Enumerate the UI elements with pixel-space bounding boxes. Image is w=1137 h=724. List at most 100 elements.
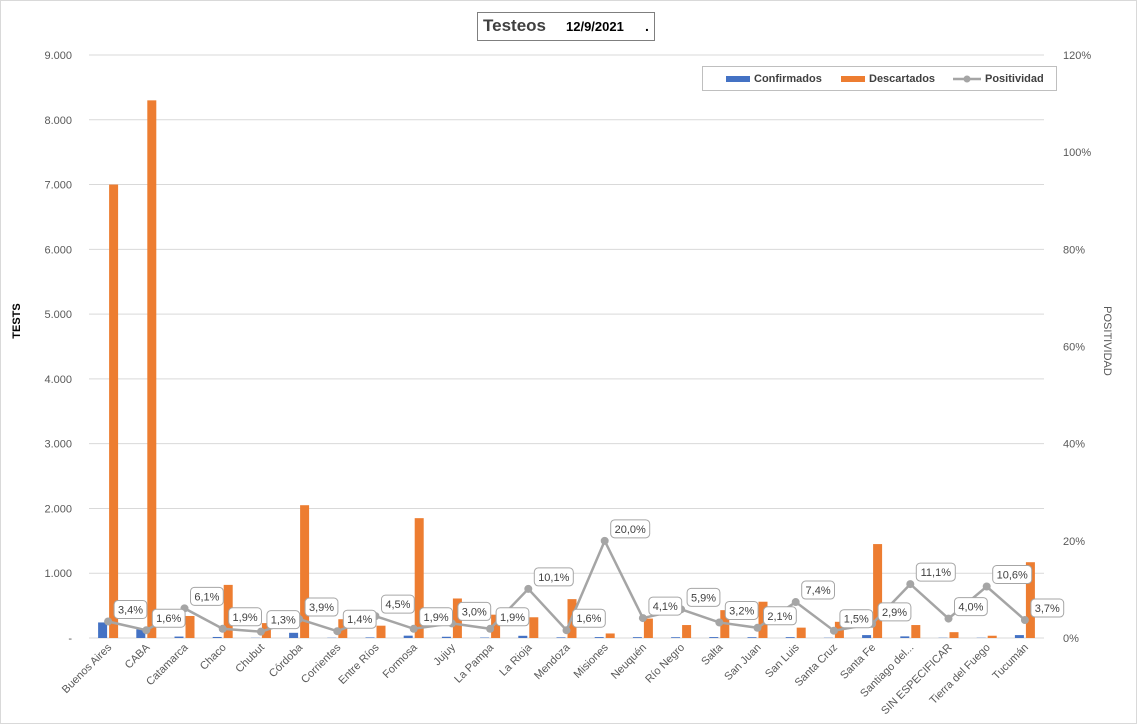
bar-confirmados bbox=[556, 637, 566, 638]
y2-axis-title: POSITIVIDAD bbox=[1101, 306, 1113, 376]
bar-confirmados bbox=[289, 632, 299, 638]
data-label: 11,1% bbox=[921, 567, 952, 579]
y2-tick-label: 60% bbox=[1063, 342, 1085, 354]
bar-confirmados bbox=[403, 635, 413, 638]
x-tick-label: Mendoza bbox=[532, 641, 573, 682]
x-tick-label: La Pampa bbox=[452, 641, 497, 686]
y-tick-label: - bbox=[68, 633, 72, 645]
positividad-point bbox=[753, 623, 762, 632]
data-label: 4,1% bbox=[653, 601, 678, 613]
positividad-point bbox=[638, 614, 647, 623]
bar-confirmados bbox=[862, 635, 872, 638]
x-tick-label: Santa Fe bbox=[838, 642, 878, 682]
data-label: 2,1% bbox=[767, 611, 792, 623]
bar-descartados bbox=[796, 627, 806, 638]
x-tick-label: Chaco bbox=[198, 642, 229, 673]
bar-confirmados bbox=[747, 637, 757, 638]
x-tick-label: Córdoba bbox=[267, 641, 306, 680]
x-tick-label: Neuquén bbox=[609, 642, 649, 682]
y-tick-label: 6.000 bbox=[44, 244, 72, 256]
bar-confirmados bbox=[365, 637, 375, 638]
y2-tick-label: 100% bbox=[1063, 147, 1091, 159]
bar-descartados bbox=[987, 635, 997, 638]
positividad-point bbox=[944, 614, 953, 623]
y-tick-label: 4.000 bbox=[44, 374, 72, 386]
data-label: 3,9% bbox=[309, 602, 334, 614]
positividad-point bbox=[409, 624, 418, 633]
positividad-point bbox=[104, 617, 113, 626]
x-tick-label: Misiones bbox=[572, 641, 612, 681]
y2-tick-label: 80% bbox=[1063, 244, 1085, 256]
y2-tick-label: 0% bbox=[1063, 633, 1079, 645]
positividad-point bbox=[218, 624, 227, 633]
bar-descartados bbox=[911, 625, 921, 638]
bar-descartados bbox=[643, 618, 653, 638]
chart-plot: 3,4% 1,6% 6,1% 1,9% 1,3% 3,9% 1,4% 4,5% 1,9% 3,0%… bbox=[11, 50, 1113, 718]
y-tick-label: 1.000 bbox=[44, 568, 72, 580]
bar-confirmados bbox=[594, 637, 604, 638]
bar-confirmados bbox=[709, 637, 719, 638]
y-tick-label: 2.000 bbox=[44, 503, 72, 515]
bar-descartados bbox=[376, 625, 386, 638]
x-tick-label: San Luis bbox=[763, 641, 802, 680]
positividad-point bbox=[829, 626, 838, 635]
positividad-point bbox=[715, 618, 724, 627]
y-tick-label: 8.000 bbox=[44, 115, 72, 127]
x-tick-label: CABA bbox=[123, 641, 153, 671]
y2-tick-label: 120% bbox=[1063, 50, 1091, 62]
bar-confirmados bbox=[632, 637, 642, 638]
bar-confirmados bbox=[900, 636, 910, 638]
y2-tick-label: 40% bbox=[1063, 439, 1085, 451]
bar-descartados bbox=[185, 615, 195, 638]
x-tick-label: Río Negro bbox=[643, 642, 687, 686]
chart-frame: Testeos 12/9/2021 . Confirmados Descarta… bbox=[0, 0, 1137, 724]
x-tick-label: Tucumán bbox=[990, 642, 1031, 683]
data-label: 6,1% bbox=[194, 591, 219, 603]
y-tick-label: 9.000 bbox=[44, 50, 72, 62]
positividad-point bbox=[524, 584, 533, 593]
data-label: 7,4% bbox=[806, 585, 831, 597]
y-tick-label: 7.000 bbox=[44, 180, 72, 192]
data-label: 4,5% bbox=[385, 599, 410, 611]
data-label: 10,6% bbox=[997, 570, 1028, 582]
bar-confirmados bbox=[441, 636, 451, 638]
positividad-point bbox=[1020, 616, 1029, 625]
bar-confirmados bbox=[785, 637, 795, 638]
data-label: 1,9% bbox=[424, 612, 449, 624]
bar-confirmados bbox=[98, 622, 108, 638]
positividad-point bbox=[142, 626, 151, 635]
positividad-point bbox=[906, 580, 915, 589]
bar-descartados bbox=[682, 625, 692, 638]
bar-confirmados bbox=[1014, 635, 1024, 638]
data-label: 1,5% bbox=[844, 614, 869, 626]
positividad-point bbox=[333, 627, 342, 636]
x-tick-label: Chubut bbox=[233, 642, 267, 676]
bar-confirmados bbox=[212, 636, 222, 638]
data-label: 3,4% bbox=[118, 604, 143, 616]
x-tick-label: Catamarca bbox=[144, 641, 191, 688]
data-label: 5,9% bbox=[691, 592, 716, 604]
data-label: 3,0% bbox=[462, 606, 487, 618]
data-label: 1,9% bbox=[500, 612, 525, 624]
bar-descartados bbox=[529, 617, 539, 638]
x-tick-label: Formosa bbox=[381, 641, 421, 681]
data-label: 2,9% bbox=[882, 607, 907, 619]
bar-confirmados bbox=[174, 636, 184, 638]
y-axis-title: TESTS bbox=[11, 303, 23, 338]
x-tick-label: SIN ESPECIFICAR bbox=[879, 642, 955, 718]
positividad-point bbox=[256, 627, 265, 636]
data-label: 20,0% bbox=[615, 524, 646, 536]
data-label: 3,7% bbox=[1035, 603, 1060, 615]
x-tick-label: La Rioja bbox=[497, 641, 535, 679]
data-label: 1,9% bbox=[233, 612, 258, 624]
data-label: 10,1% bbox=[538, 572, 569, 584]
x-tick-label: San Juan bbox=[722, 642, 763, 683]
bar-descartados bbox=[605, 633, 615, 638]
data-label: 4,0% bbox=[958, 602, 983, 614]
data-label: 3,2% bbox=[729, 605, 754, 617]
data-label: 1,6% bbox=[576, 613, 601, 625]
positividad-point bbox=[982, 582, 991, 591]
x-tick-label: Salta bbox=[699, 641, 726, 668]
y2-tick-label: 20% bbox=[1063, 536, 1085, 548]
bar-confirmados bbox=[518, 635, 528, 638]
